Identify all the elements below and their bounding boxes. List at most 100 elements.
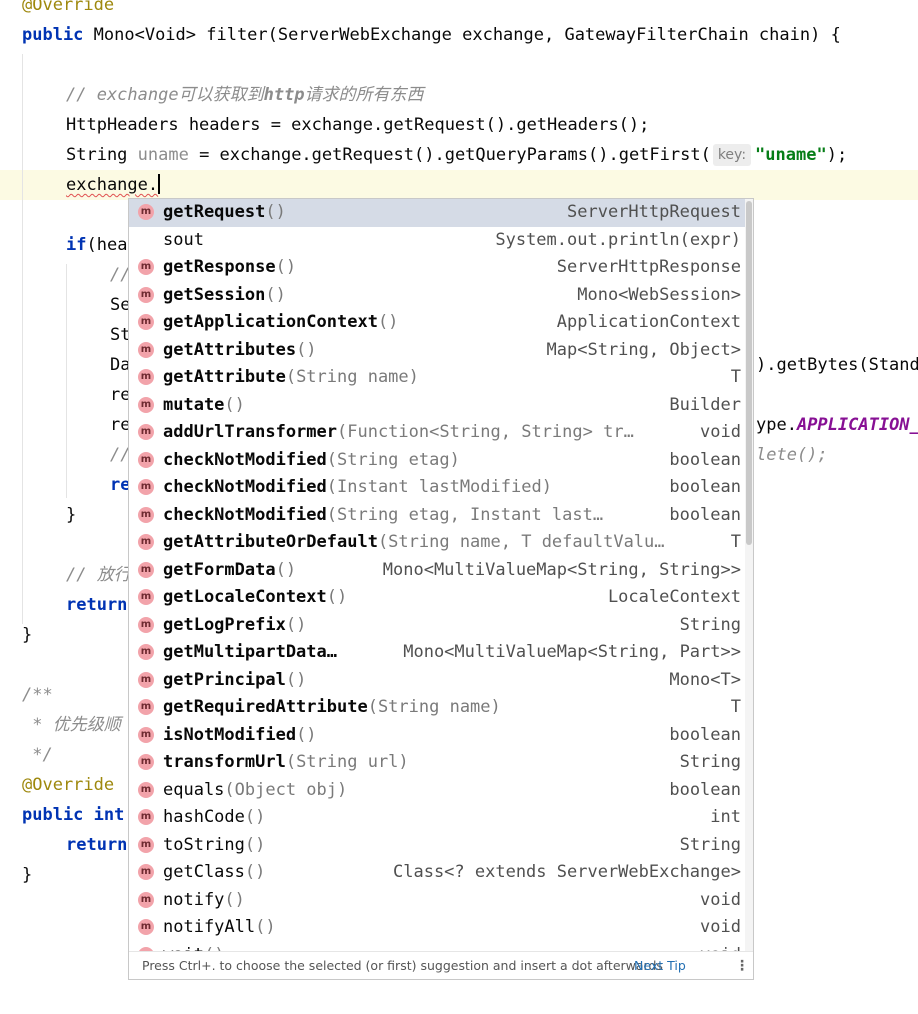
completion-item[interactable]: m checkNotModified(String etag) boolean	[129, 447, 745, 475]
completion-list[interactable]: m getRequest() ServerHttpRequest sout System…	[129, 199, 745, 951]
next-tip-link[interactable]: Next Tip	[634, 952, 686, 979]
completion-item[interactable]: m getApplicationContext() ApplicationConte…	[129, 309, 745, 337]
completion-item[interactable]: m transformUrl(String url) String	[129, 749, 745, 777]
completion-item-params: ()	[275, 559, 297, 580]
completion-item[interactable]: m checkNotModified(String etag, Instant l…	[129, 502, 745, 530]
method-icon: m	[138, 204, 154, 220]
indent-guide	[66, 264, 67, 498]
more-options-icon[interactable]: ⋮	[735, 952, 749, 979]
completion-item[interactable]: m toString() String	[129, 832, 745, 860]
completion-item-params: ()	[224, 889, 245, 910]
completion-item[interactable]: m checkNotModified(Instant lastModified) b…	[129, 474, 745, 502]
completion-item-type: void	[700, 917, 741, 937]
code-line-comment: // exchange可以获取到http请求的所有东西	[66, 85, 424, 105]
completion-item[interactable]: m getMultipartData… Mono<MultiValueMap<Str…	[129, 639, 745, 667]
completion-item-params: ()	[265, 284, 286, 305]
completion-item[interactable]: m hashCode() int	[129, 804, 745, 832]
completion-item-type: LocaleContext	[607, 587, 741, 607]
completion-item-type: boolean	[669, 504, 741, 525]
completion-item-type: T	[730, 532, 741, 552]
parameter-hint: key:	[712, 144, 752, 166]
completion-item-params: ()	[326, 587, 348, 607]
completion-item-type: boolean	[669, 449, 741, 470]
code-completion-popup[interactable]: m getRequest() ServerHttpRequest sout System…	[128, 198, 754, 980]
completion-item-name: getClass()	[163, 859, 265, 887]
completion-item-name-text: equals	[163, 779, 225, 800]
completion-item-name-text: getRequest	[163, 202, 266, 222]
completion-item-type: ServerHttpResponse	[556, 257, 741, 277]
completion-item[interactable]: m getAttribute(String name) T	[129, 364, 745, 392]
completion-item-name: getResponse()	[163, 254, 296, 282]
completion-item-type: int	[710, 807, 741, 827]
completion-item-name-text: getClass	[163, 862, 245, 882]
completion-item-params: ()	[265, 202, 286, 222]
code-line-if: if(hea	[66, 235, 128, 255]
code-line-current[interactable]: exchange.	[66, 170, 161, 200]
completion-item[interactable]: m getRequiredAttribute(String name) T	[129, 694, 745, 722]
completion-item[interactable]: m mutate() Builder	[129, 392, 745, 420]
completion-item-name: getAttribute(String name)	[163, 364, 419, 392]
method-icon: m	[138, 286, 154, 303]
completion-item-type: Mono<T>	[669, 669, 741, 690]
completion-item[interactable]: m getClass() Class<? extends ServerWebExch…	[129, 859, 745, 887]
completion-item-name-text: notifyAll	[163, 917, 256, 937]
completion-item-type: void	[700, 889, 741, 910]
completion-item-params: (String name)	[367, 697, 501, 717]
method-icon: m	[138, 396, 154, 413]
completion-item[interactable]: mwait()void	[129, 942, 745, 952]
completion-item[interactable]: m getRequest() ServerHttpRequest	[129, 199, 745, 227]
completion-item-type: Mono<MultiValueMap<String, Part>>	[403, 642, 741, 662]
completion-item-name: getSession()	[163, 282, 286, 310]
completion-item[interactable]: m getFormData() Mono<MultiValueMap<String,…	[129, 557, 745, 585]
method-icon: m	[138, 836, 154, 853]
completion-item-name-text: checkNotModified	[163, 477, 327, 497]
completion-item-type: void	[694, 942, 741, 952]
completion-item-name: hashCode()	[163, 804, 265, 832]
completion-item[interactable]: m notifyAll() void	[129, 914, 745, 942]
completion-item-name: transformUrl(String url)	[163, 749, 409, 777]
method-icon: m	[138, 506, 154, 523]
method-icon: m	[138, 616, 154, 633]
completion-item-name-text: notify	[163, 889, 225, 910]
completion-item-name: checkNotModified(String etag)	[163, 447, 460, 475]
completion-item-name: equals(Object obj)	[163, 777, 347, 805]
completion-item-name-text: toString	[163, 834, 245, 855]
completion-item[interactable]: m isNotModified() boolean	[129, 722, 745, 750]
completion-item[interactable]: m getLocaleContext() LocaleContext	[129, 584, 745, 612]
method-icon: m	[138, 919, 154, 935]
method-icon: m	[138, 314, 154, 330]
completion-item-params: (String name, T defaultValu…	[377, 532, 665, 552]
completion-item-name: getFormData()	[163, 557, 296, 585]
method-icon: m	[138, 561, 154, 578]
completion-item-name-text: checkNotModified	[163, 449, 327, 470]
completion-item-name: notify()	[163, 887, 245, 915]
completion-scrollbar-thumb[interactable]	[746, 201, 752, 545]
completion-item-name: getMultipartData…	[163, 639, 337, 667]
completion-item-name-text: getRequiredAttribute	[163, 697, 368, 717]
completion-item-params: (Object obj)	[224, 779, 348, 800]
completion-item-params: ()	[244, 807, 266, 827]
completion-item-name: wait()	[163, 942, 224, 952]
completion-item[interactable]: m getAttributeOrDefault(String name, T de…	[129, 529, 745, 557]
completion-item[interactable]: m getAttributes() Map<String, Object>	[129, 337, 745, 365]
completion-item-name: getApplicationContext()	[163, 309, 398, 337]
completion-item-name-text: mutate	[163, 394, 225, 415]
completion-item[interactable]: m getSession() Mono<WebSession>	[129, 282, 745, 310]
method-icon: m	[138, 534, 154, 550]
completion-item-params: (String url)	[285, 752, 409, 772]
code-line-close-brace: }	[66, 505, 77, 525]
completion-item[interactable]: sout System.out.println(expr)	[129, 227, 745, 255]
completion-item-type: boolean	[669, 779, 741, 800]
method-icon: m	[138, 259, 154, 275]
completion-item[interactable]: m notify() void	[129, 887, 745, 915]
completion-item-params: ()	[377, 312, 399, 332]
completion-item[interactable]: m getPrincipal() Mono<T>	[129, 667, 745, 695]
completion-item[interactable]: m getLogPrefix() String	[129, 612, 745, 640]
code-line-javadoc: * 优先级顺	[22, 715, 121, 735]
completion-item[interactable]: m addUrlTransformer(Function<String, Stri…	[129, 419, 745, 447]
completion-item[interactable]: m equals(Object obj) boolean	[129, 777, 745, 805]
completion-item[interactable]: m getResponse() ServerHttpResponse	[129, 254, 745, 282]
code-line-uname: String uname = exchange.getRequest().get…	[66, 144, 848, 166]
completion-item-params: (String etag)	[326, 449, 460, 470]
code-line-fragment-right: ype.APPLICATION_	[756, 415, 918, 435]
